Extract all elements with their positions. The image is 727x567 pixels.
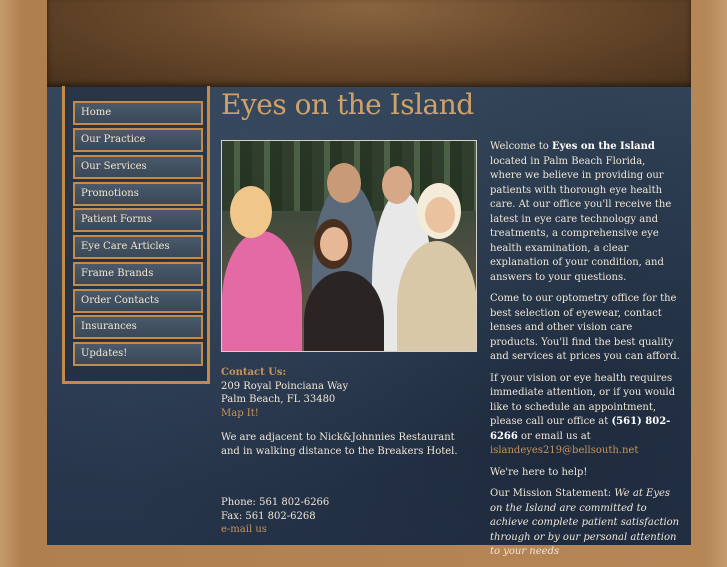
header-banner — [47, 0, 691, 87]
map-link[interactable]: Map It! — [221, 407, 461, 421]
intro-paragraph-3: If your vision or eye health requires im… — [490, 372, 676, 457]
phone-text: Phone: 561 802-6266 — [221, 497, 330, 508]
nav-promotions[interactable]: Promotions — [73, 182, 203, 206]
nav-our-practice[interactable]: Our Practice — [73, 128, 203, 152]
address-line2: Palm Beach, FL 33480 — [221, 394, 336, 405]
staff-photo — [221, 140, 477, 352]
email-link[interactable]: e-mail us — [221, 523, 461, 537]
intro-paragraph-1: Welcome to Eyes on the Island located in… — [490, 141, 672, 283]
nav-eye-care-articles[interactable]: Eye Care Articles — [73, 235, 203, 259]
page-title: Eyes on the Island — [221, 88, 474, 121]
contact-block: Contact Us: 209 Royal Poinciana Way Palm… — [221, 366, 461, 537]
intro-paragraph-4: We're here to help! — [490, 466, 588, 478]
office-email-link[interactable]: islandeyes219@bellsouth.net — [490, 445, 638, 456]
contact-heading: Contact Us: — [221, 367, 287, 378]
nav-frame-brands[interactable]: Frame Brands — [73, 262, 203, 286]
location-note: We are adjacent to Nick&Johnnies Restaur… — [221, 432, 458, 457]
page-container: Home Our Practice Our Services Promotion… — [47, 0, 691, 557]
address-line1: 209 Royal Poinciana Way — [221, 380, 349, 392]
nav-order-contacts[interactable]: Order Contacts — [73, 289, 203, 313]
nav-home[interactable]: Home — [73, 101, 203, 125]
nav-patient-forms[interactable]: Patient Forms — [73, 208, 203, 232]
nav-updates[interactable]: Updates! — [73, 342, 203, 366]
fax-text: Fax: 561 802-6268 — [221, 510, 316, 522]
mission-statement: Our Mission Statement: We at Eyes on the… — [490, 488, 680, 557]
nav-insurances[interactable]: Insurances — [73, 315, 203, 339]
intro-content: Welcome to Eyes on the Island located in… — [490, 140, 680, 567]
sidebar-nav: Home Our Practice Our Services Promotion… — [62, 86, 210, 384]
intro-paragraph-2: Come to our optometry office for the bes… — [490, 293, 680, 362]
nav-our-services[interactable]: Our Services — [73, 155, 203, 179]
